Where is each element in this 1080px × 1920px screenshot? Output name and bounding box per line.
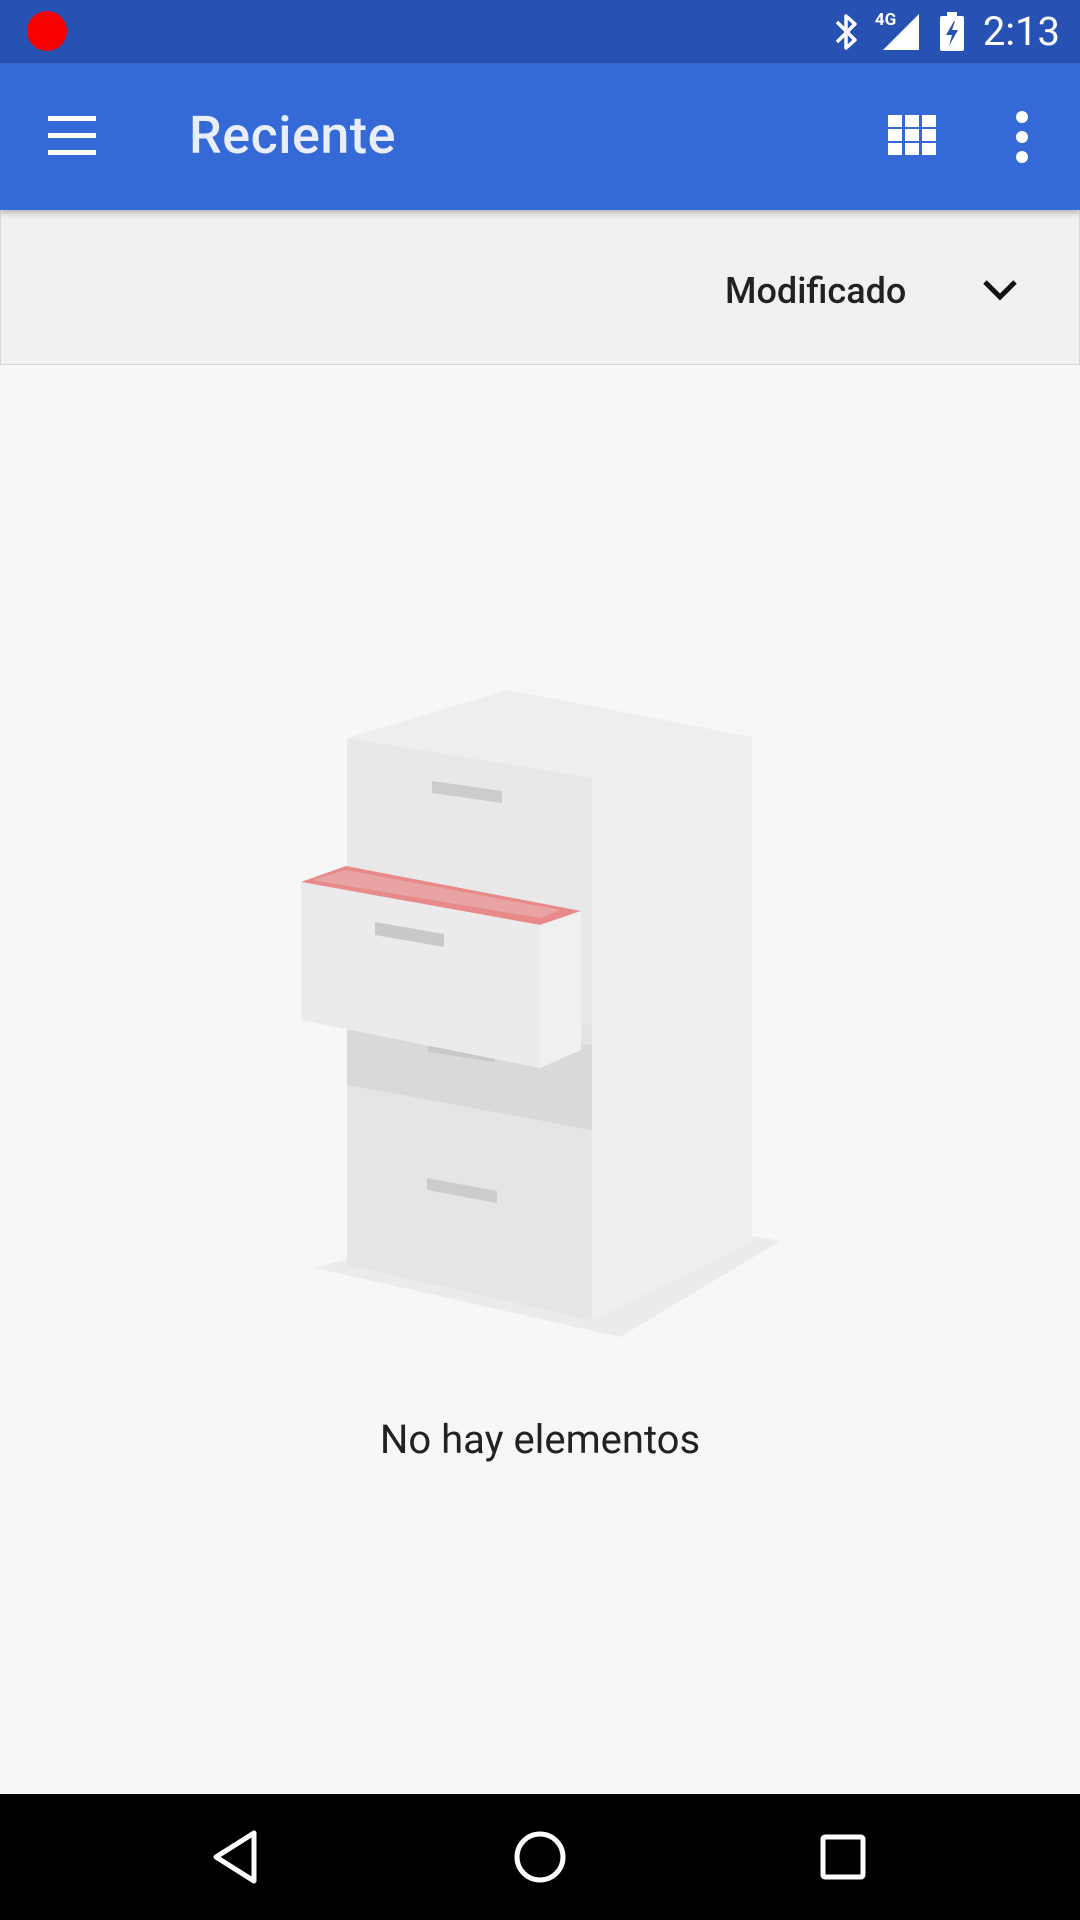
sort-label[interactable]: Modificado [725, 270, 906, 312]
more-vert-icon [1016, 111, 1028, 163]
app-bar: Reciente [0, 63, 1080, 210]
more-options-button[interactable] [1012, 109, 1032, 165]
chevron-down-icon[interactable] [982, 278, 1018, 302]
menu-button[interactable] [44, 111, 100, 161]
grid-view-icon [888, 115, 936, 155]
empty-state-message: No hay elementos [379, 1416, 701, 1463]
home-icon [514, 1831, 566, 1883]
back-button[interactable] [195, 1794, 275, 1920]
grid-view-button[interactable] [888, 115, 936, 155]
back-icon [213, 1830, 257, 1884]
menu-icon [48, 116, 96, 155]
status-icons: 4G 2:13 [833, 0, 1060, 63]
recents-button[interactable] [803, 1794, 883, 1920]
sort-bar[interactable]: Modificado [0, 210, 1080, 365]
recording-indicator-icon [27, 11, 67, 51]
bluetooth-icon [835, 13, 857, 50]
battery-charging-icon [939, 11, 964, 51]
home-button[interactable] [500, 1794, 580, 1920]
status-time: 2:13 [982, 8, 1060, 55]
recents-icon [820, 1834, 866, 1880]
filing-cabinet-illustration [301, 690, 780, 1337]
signal-icon: 4G [875, 10, 921, 52]
navigation-bar [0, 1794, 1080, 1920]
status-bar: 4G 2:13 [0, 0, 1080, 63]
page-title: Reciente [189, 105, 396, 166]
